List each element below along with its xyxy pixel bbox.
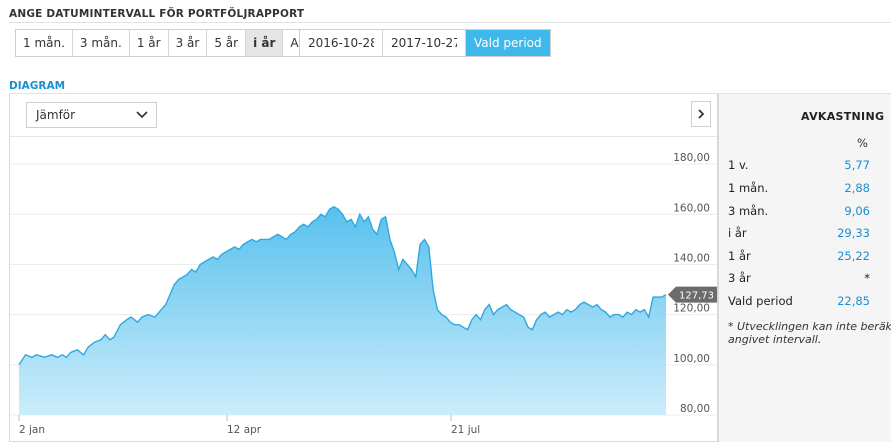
- compare-select-label: Jämför: [36, 108, 76, 122]
- chart-panel: Jämför 80,00 100,00 120,00 140,00 160,00 180,…: [9, 94, 718, 442]
- returns-panel: AVKASTNING % 1 v. 5,77 1 mån. 2,88 3 mån…: [718, 94, 891, 442]
- returns-row-value: *: [864, 271, 870, 285]
- returns-row: 3 år *: [728, 271, 870, 291]
- diagram-title: DIAGRAM: [9, 80, 66, 92]
- returns-title: AVKASTNING: [801, 110, 885, 123]
- y-tick-label: 160,00: [673, 202, 710, 214]
- returns-row-label: i år: [728, 226, 747, 240]
- page-title: ANGE DATUMINTERVALL FÖR PORTFÖLJRAPPORT: [9, 8, 305, 20]
- y-tick-label: 100,00: [673, 353, 710, 365]
- portfolio-chart: 80,00 100,00 120,00 140,00 160,00 180,00 2 ja…: [10, 152, 717, 436]
- returns-footnote-line: * Utvecklingen kan inte beräk: [728, 320, 891, 333]
- returns-row-label: 3 år: [728, 271, 751, 285]
- range-button-group: 1 mån. 3 mån. 1 år 3 år 5 år i år Allt: [15, 29, 318, 57]
- current-value-marker: 127,73: [668, 286, 717, 303]
- returns-row: i år 29,33: [728, 226, 870, 246]
- selected-period-button[interactable]: Vald period: [466, 30, 550, 56]
- returns-row: 1 år 25,22: [728, 249, 870, 269]
- range-button-ytd[interactable]: i år: [246, 30, 284, 56]
- range-button-1m[interactable]: 1 mån.: [16, 30, 73, 56]
- returns-row-label: 3 mån.: [728, 204, 769, 218]
- x-tick-label: 12 apr: [227, 424, 262, 436]
- date-from-input[interactable]: [300, 30, 383, 56]
- current-value-label: 127,73: [679, 291, 714, 302]
- y-tick-label: 80,00: [680, 403, 710, 415]
- compare-select[interactable]: Jämför: [26, 102, 157, 128]
- returns-footnote: * Utvecklingen kan inte beräk angivet in…: [728, 320, 891, 346]
- returns-row-value: 25,22: [837, 249, 870, 263]
- returns-row-value: 5,77: [844, 158, 870, 172]
- returns-row: 1 mån. 2,88: [728, 181, 870, 201]
- range-button-1y[interactable]: 1 år: [130, 30, 169, 56]
- returns-row-label: 1 år: [728, 249, 751, 263]
- returns-row: 3 mån. 9,06: [728, 204, 870, 224]
- returns-unit: %: [857, 136, 868, 150]
- chevron-right-icon: [698, 109, 705, 119]
- title-divider: [9, 22, 891, 23]
- returns-row-value: 2,88: [844, 181, 870, 195]
- range-button-3m[interactable]: 3 mån.: [73, 30, 130, 56]
- range-button-3y[interactable]: 3 år: [169, 30, 208, 56]
- returns-row-label: Vald period: [728, 294, 793, 308]
- returns-row-value: 29,33: [837, 226, 870, 240]
- returns-row-label: 1 mån.: [728, 181, 769, 195]
- date-to-input[interactable]: [383, 30, 466, 56]
- returns-row: Vald period 22,85: [728, 294, 870, 314]
- chart-next-button[interactable]: [691, 101, 711, 127]
- y-tick-label: 140,00: [673, 252, 710, 264]
- returns-footnote-line: angivet intervall.: [728, 333, 822, 346]
- range-button-5y[interactable]: 5 år: [207, 30, 247, 56]
- x-tick-label: 2 jan: [19, 424, 45, 436]
- date-range-group: Vald period: [299, 29, 551, 57]
- y-tick-label: 120,00: [673, 303, 710, 315]
- returns-row: 1 v. 5,77: [728, 158, 870, 178]
- returns-row-label: 1 v.: [728, 158, 749, 172]
- y-tick-label: 180,00: [673, 152, 710, 164]
- x-tick-label: 21 jul: [451, 424, 480, 436]
- returns-row-value: 22,85: [837, 294, 870, 308]
- returns-row-value: 9,06: [844, 204, 870, 218]
- chevron-down-icon: [136, 111, 148, 119]
